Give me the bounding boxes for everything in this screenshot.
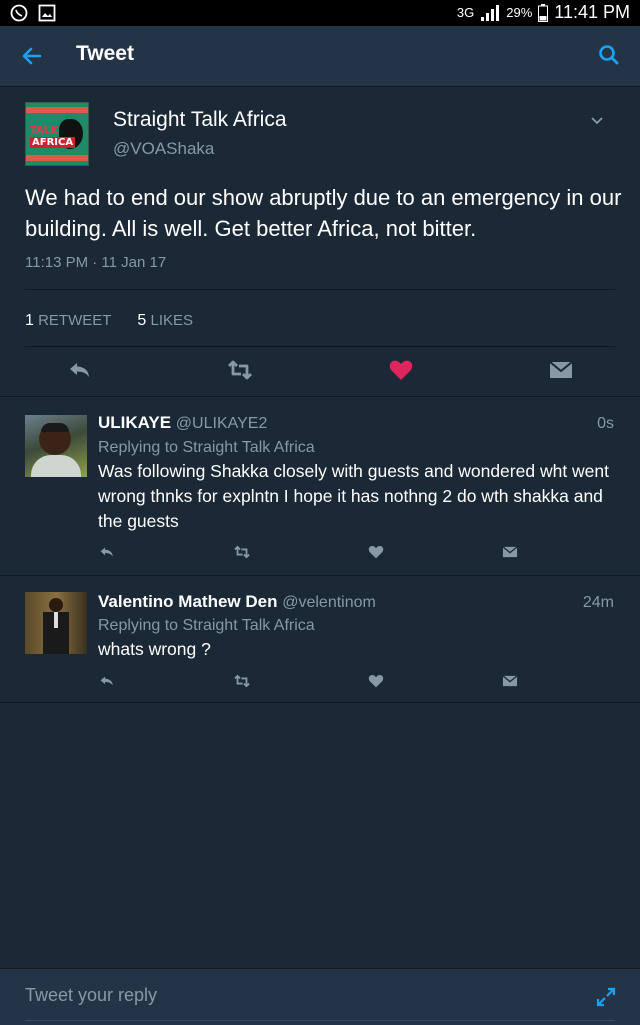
retweets-stat[interactable]: 1 RETWEET [25,312,111,330]
replying-to[interactable]: Replying to Straight Talk Africa [98,617,315,635]
divider [25,289,615,290]
heart-icon[interactable] [387,356,415,384]
avatar[interactable] [25,415,87,477]
author-avatar[interactable]: TALK AFRICA [25,102,89,166]
avatar-text-talk: TALK [30,125,58,136]
likes-label: LIKES [150,312,194,329]
clock: 11:41 PM [554,2,630,22]
reply-composer[interactable]: Tweet your reply [0,968,640,1025]
reply-tweet[interactable]: ULIKAYE @ULIKAYE2 0s Replying to Straigh… [0,397,640,576]
reply-text: whats wrong ? [98,639,211,659]
divider [25,346,615,347]
tweet-text: We had to end our show abruptly due to a… [25,185,622,241]
likes-count: 5 [137,312,147,329]
avatar-text-africa: AFRICA [30,137,76,148]
reply-time: 0s [597,415,614,432]
retweets-count: 1 [25,312,34,329]
retweet-icon[interactable] [233,672,251,690]
reply-author-name: Valentino Mathew Den [98,592,278,611]
reply-icon[interactable] [98,672,116,690]
back-arrow-icon[interactable] [18,42,46,70]
direct-message-icon[interactable] [501,543,519,561]
replying-to[interactable]: Replying to Straight Talk Africa [98,439,315,457]
search-icon[interactable] [596,42,622,68]
reply-icon[interactable] [66,356,94,384]
reply-author-handle: @ULIKAYE2 [175,415,268,432]
battery-icon [538,3,549,22]
avatar[interactable] [25,592,87,654]
expand-icon[interactable] [596,987,616,1007]
app-header: Tweet [0,26,640,87]
heart-icon[interactable] [367,672,385,690]
main-tweet: TALK AFRICA Straight Talk Africa @VOASha… [0,86,640,397]
retweet-icon[interactable] [233,543,251,561]
status-bar: 3G 29% 11:41 PM [0,0,640,26]
reply-icon[interactable] [98,543,116,561]
battery-percent: 29% [506,5,533,20]
reply-author[interactable]: Valentino Mathew Den @velentinom [98,592,376,612]
author-name[interactable]: Straight Talk Africa [113,108,287,132]
heart-icon[interactable] [367,543,385,561]
direct-message-icon[interactable] [501,672,519,690]
page-title: Tweet [76,42,134,65]
retweets-label: RETWEET [38,312,112,329]
input-underline [25,1020,615,1021]
reply-time: 24m [582,594,614,611]
tweet-stats: 1 RETWEET 5 LIKES [25,312,193,330]
author-handle[interactable]: @VOAShaka [113,139,214,159]
signal-icon [481,4,500,21]
reply-tweet[interactable]: Valentino Mathew Den @velentinom 24m Rep… [0,576,640,703]
tweet-timestamp: 11:13 PM · 11 Jan 17 [25,254,167,271]
reply-author-name: ULIKAYE [98,413,172,432]
retweet-icon[interactable] [226,356,254,384]
chevron-down-icon[interactable] [590,114,604,128]
network-type: 3G [456,5,475,20]
reply-text: Was following Shakka closely with guests… [98,461,610,531]
reply-author[interactable]: ULIKAYE @ULIKAYE2 [98,413,267,433]
gallery-icon [38,4,56,22]
tweet-actions [0,356,640,386]
reply-author-handle: @velentinom [282,594,376,611]
reply-input[interactable]: Tweet your reply [25,985,157,1006]
likes-stat[interactable]: 5 LIKES [137,312,193,330]
whatsapp-icon [10,4,28,22]
direct-message-icon[interactable] [547,356,575,384]
